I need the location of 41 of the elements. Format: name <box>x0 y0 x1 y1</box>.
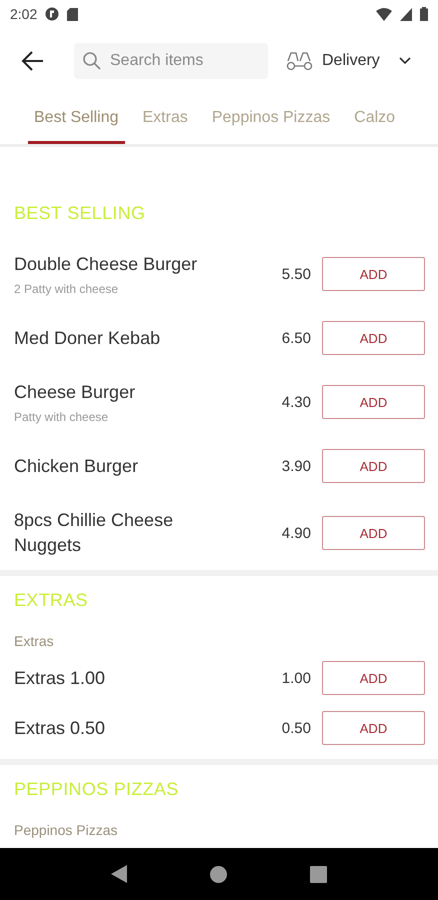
item-price: 4.90 <box>282 524 311 542</box>
battery-icon <box>420 7 428 21</box>
add-button[interactable]: ADD <box>322 257 425 291</box>
add-button[interactable]: ADD <box>322 661 425 695</box>
sd-card-icon <box>67 8 78 20</box>
add-button[interactable]: ADD <box>322 385 425 419</box>
add-button[interactable]: ADD <box>322 516 425 550</box>
section-title: EXTRAS <box>14 590 89 611</box>
chevron-down-icon <box>398 56 412 66</box>
item-price: 5.50 <box>282 266 311 282</box>
delivery-dropdown[interactable]: Delivery <box>286 51 412 71</box>
item-price: 3.90 <box>282 458 311 474</box>
section-title: BEST SELLING <box>14 203 146 224</box>
item-price: 0.50 <box>282 720 311 736</box>
recents-nav-icon[interactable] <box>310 866 327 882</box>
item-name: Extras 0.50 <box>14 716 106 740</box>
wifi-icon <box>376 8 392 20</box>
add-button[interactable]: ADD <box>322 321 425 355</box>
item-name: Chicken Burger <box>14 454 140 478</box>
section-subtitle: Extras <box>14 633 55 649</box>
section-title: PEPPINOS PIZZAS <box>14 779 180 800</box>
item-description: Patty with cheese <box>14 410 110 424</box>
item-name: Extras 1.00 <box>14 666 106 690</box>
app-notification-icon <box>45 7 60 21</box>
section-subtitle: Peppinos Pizzas <box>14 822 119 838</box>
item-price: 6.50 <box>282 330 311 346</box>
scooter-icon <box>286 51 314 71</box>
signal-icon <box>400 8 412 20</box>
add-button[interactable]: ADD <box>322 711 425 745</box>
item-name: Cheese Burger <box>14 381 136 404</box>
item-name: 8pcs Chillie Cheese Nuggets <box>14 509 174 557</box>
search-field[interactable]: Search items <box>74 43 268 79</box>
item-name: Med Doner Kebab <box>14 326 162 350</box>
item-name: Double Cheese Burger <box>14 253 198 276</box>
add-button[interactable]: ADD <box>322 449 425 483</box>
back-nav-icon[interactable] <box>111 865 128 883</box>
item-price: 4.30 <box>282 394 311 410</box>
status-time: 2:02 <box>10 6 38 22</box>
item-price: 1.00 <box>282 670 311 686</box>
home-nav-icon[interactable] <box>210 866 227 882</box>
item-description: 2 Patty with cheese <box>14 282 120 296</box>
